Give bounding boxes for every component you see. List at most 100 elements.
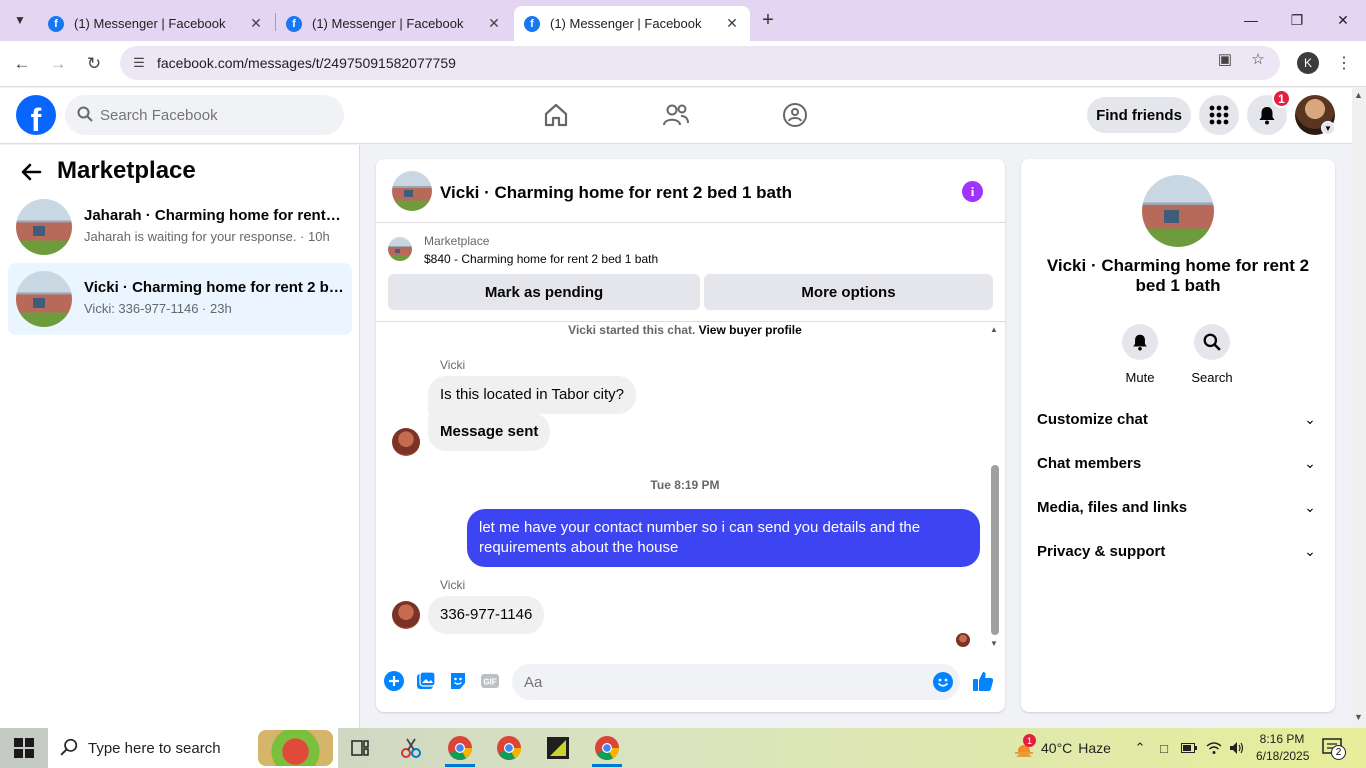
weather-widget[interactable]: 1 40°C Haze (1013, 734, 1111, 758)
friends-icon[interactable] (661, 100, 691, 130)
address-bar[interactable]: ☰ facebook.com/messages/t/24975091582077… (120, 46, 1280, 80)
show-hidden-icons-chevron-icon[interactable]: ⌃ (1131, 739, 1149, 757)
menu-grid-icon[interactable] (1199, 95, 1239, 135)
search-icon[interactable] (1194, 324, 1230, 360)
windows-start-icon[interactable] (14, 738, 34, 758)
clock-date: 6/18/2025 (1256, 749, 1310, 763)
chrome-icon[interactable] (494, 733, 524, 763)
search-input[interactable] (100, 95, 330, 135)
chat-panel: Vicki · Charming home for rent 2 bed 1 b… (376, 159, 1005, 712)
install-app-icon[interactable]: ▣ (1215, 49, 1235, 69)
chat-header: Vicki · Charming home for rent 2 bed 1 b… (376, 159, 1005, 223)
message-bubble-outgoing[interactable]: let me have your contact number so i can… (467, 509, 980, 567)
meet-now-icon[interactable]: □ (1155, 739, 1173, 757)
tab-title: (1) Messenger | Facebook (74, 16, 226, 31)
browser-tab-1[interactable]: f (1) Messenger | Facebook ✕ (38, 6, 274, 41)
reload-button[interactable]: ↻ (81, 51, 107, 77)
battery-icon[interactable] (1180, 739, 1198, 757)
photo-icon[interactable] (416, 671, 436, 691)
browser-tab-3-active[interactable]: f (1) Messenger | Facebook ✕ (514, 6, 750, 41)
emoji-icon[interactable] (933, 672, 953, 692)
notification-center-icon[interactable]: 2 (1322, 737, 1346, 760)
tab-search-dropdown[interactable]: ▼ (6, 6, 34, 34)
chrome-profile-k-icon[interactable] (592, 733, 622, 767)
facebook-logo[interactable]: f (16, 95, 56, 135)
bell-icon[interactable] (1122, 324, 1158, 360)
wifi-icon[interactable] (1205, 739, 1223, 757)
find-friends-button[interactable]: Find friends (1087, 97, 1191, 133)
chevron-down-icon[interactable]: ▼ (1321, 121, 1335, 135)
tab-title: (1) Messenger | Facebook (312, 16, 464, 31)
chat-members-section[interactable]: Chat members ⌄ (1029, 442, 1327, 486)
groups-icon[interactable] (780, 100, 810, 130)
weather-description: Haze (1078, 740, 1111, 756)
message-sender: Vicki (440, 358, 466, 372)
scroll-up-arrow[interactable]: ▲ (990, 325, 998, 334)
scrollbar-thumb[interactable] (991, 465, 999, 635)
back-arrow-icon[interactable] (20, 161, 44, 185)
search-action[interactable]: Search (1182, 324, 1242, 385)
browser-menu-icon[interactable]: ⋮ (1334, 51, 1354, 75)
back-button[interactable]: ← (9, 51, 35, 77)
panel-title: Marketplace (57, 157, 196, 184)
chat-listing-thumbnail[interactable] (392, 171, 432, 211)
weather-alert-badge: 1 (1023, 734, 1036, 747)
close-tab-icon[interactable]: ✕ (724, 15, 740, 32)
thumbs-up-icon[interactable] (971, 669, 995, 693)
privacy-support-section[interactable]: Privacy & support ⌄ (1029, 530, 1327, 574)
listing-thumbnail[interactable] (388, 237, 412, 261)
message-input[interactable] (512, 664, 960, 700)
listing-photo[interactable] (1142, 175, 1214, 247)
scroll-down-arrow[interactable]: ▼ (1354, 712, 1363, 722)
chat-title[interactable]: Vicki · Charming home for rent 2 bed 1 b… (440, 183, 792, 203)
new-tab-button[interactable]: + (756, 8, 780, 32)
volume-icon[interactable] (1228, 739, 1246, 757)
task-view-icon[interactable] (345, 733, 375, 763)
message-bubble-incoming[interactable]: Message sent (428, 413, 551, 451)
scroll-up-arrow[interactable]: ▲ (1354, 90, 1363, 100)
bookmark-star-icon[interactable]: ☆ (1248, 49, 1268, 69)
conversation-item[interactable]: Jaharah · Charming home for rent 2 bed 1… (8, 191, 352, 263)
customize-chat-section[interactable]: Customize chat ⌄ (1029, 398, 1327, 442)
page-scrollbar[interactable]: ▲ ▼ (1352, 88, 1366, 728)
browser-tab-2[interactable]: f (1) Messenger | Facebook ✕ (276, 6, 512, 41)
system-clock[interactable]: 8:16 PM 6/18/2025 (1256, 731, 1310, 765)
section-label: Chat members (1037, 455, 1142, 472)
view-buyer-profile-link[interactable]: View buyer profile (699, 323, 802, 337)
facebook-favicon-icon: f (524, 15, 540, 32)
plus-circle-icon[interactable] (384, 671, 404, 691)
snipping-tool-icon[interactable] (396, 733, 426, 763)
more-options-button[interactable]: More options (704, 274, 993, 310)
close-tab-icon[interactable]: ✕ (248, 15, 264, 32)
chat-scrollbar[interactable]: ▲ ▼ (989, 323, 1001, 653)
scroll-down-arrow[interactable]: ▼ (990, 639, 998, 648)
conversation-item-active[interactable]: Vicki · Charming home for rent 2 bed 1 b… (8, 263, 352, 335)
site-settings-icon[interactable]: ☰ (130, 54, 148, 72)
sticker-icon[interactable] (448, 671, 468, 691)
chrome-profile-1-icon[interactable] (445, 733, 475, 767)
facebook-search[interactable] (65, 95, 344, 135)
mute-action[interactable]: Mute (1110, 324, 1170, 385)
close-window-button[interactable]: ✕ (1328, 8, 1358, 32)
forward-button[interactable]: → (45, 51, 71, 77)
mark-as-pending-button[interactable]: Mark as pending (388, 274, 700, 310)
media-files-links-section[interactable]: Media, files and links ⌄ (1029, 486, 1327, 530)
minimize-window-button[interactable]: — (1236, 8, 1266, 32)
close-tab-icon[interactable]: ✕ (486, 15, 502, 32)
gif-icon[interactable]: GIF (480, 671, 500, 691)
listing-description[interactable]: $840 - Charming home for rent 2 bed 1 ba… (424, 252, 658, 266)
restore-window-button[interactable]: ❐ (1282, 8, 1312, 32)
message-bubble-incoming[interactable]: Is this located in Tabor city? (428, 376, 636, 414)
taskbar-search-box[interactable]: Type here to search (48, 728, 338, 768)
message-bubble-incoming[interactable]: 336-977-1146 (428, 596, 545, 634)
section-label: Customize chat (1037, 411, 1148, 428)
read-receipt-avatar (956, 633, 970, 647)
home-icon[interactable] (541, 100, 571, 130)
chat-started-notice: Vicki started this chat. View buyer prof… (376, 323, 994, 337)
sender-avatar[interactable] (392, 428, 420, 456)
browser-profile-avatar[interactable]: K (1297, 52, 1319, 74)
sticky-notes-icon[interactable] (543, 733, 573, 763)
info-icon[interactable]: i (962, 181, 983, 202)
sender-avatar[interactable] (392, 601, 420, 629)
chevron-down-icon: ⌄ (1304, 498, 1316, 515)
